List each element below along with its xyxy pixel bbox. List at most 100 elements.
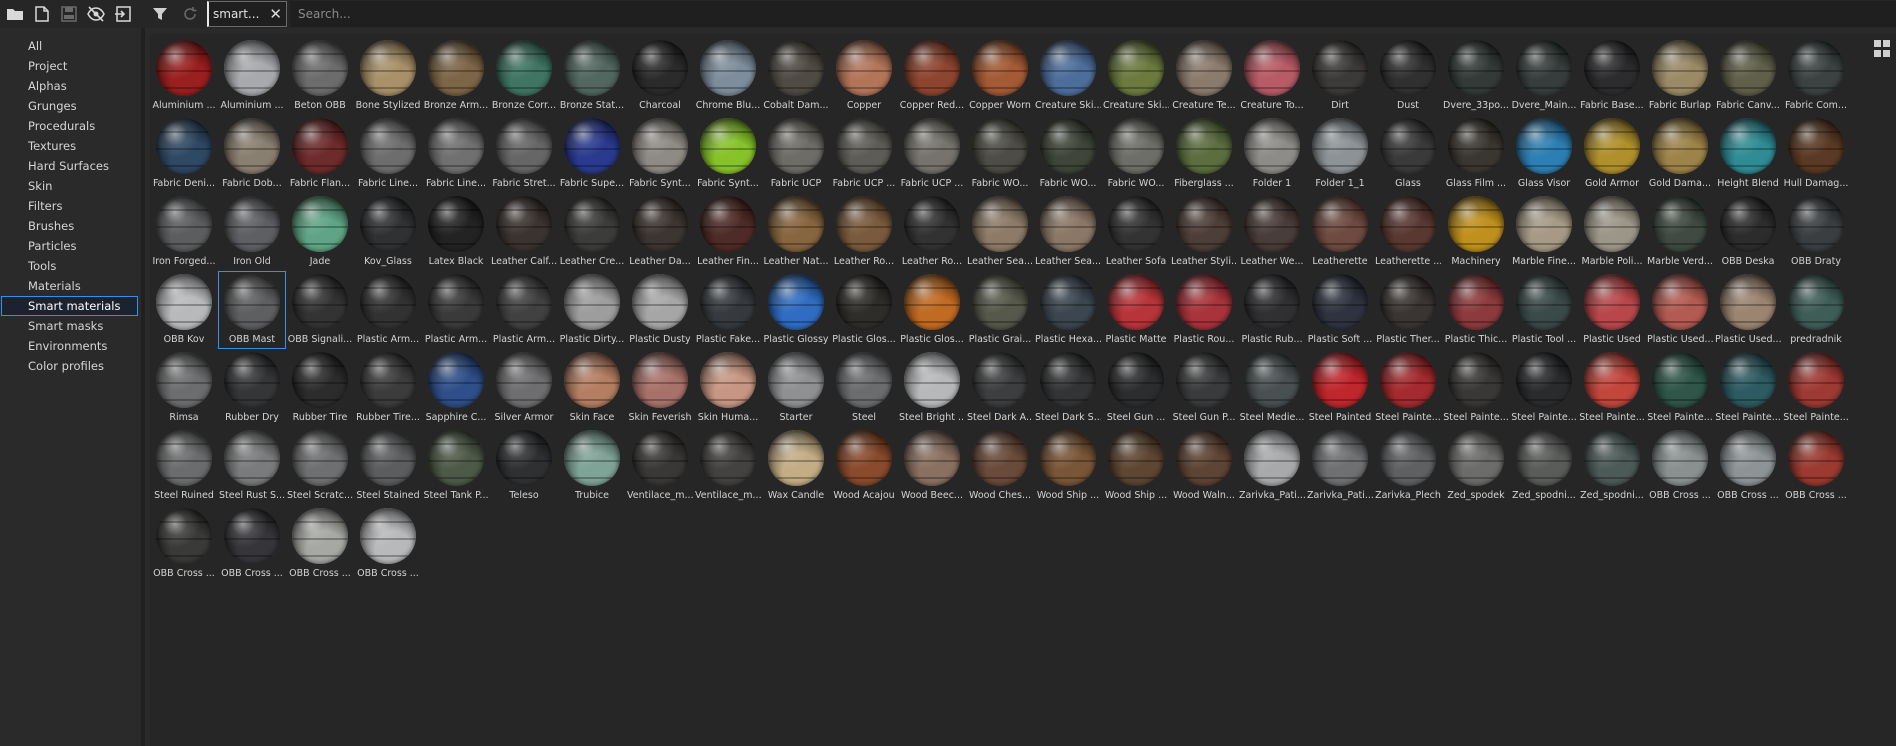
material-tile[interactable]: Iron Old	[218, 193, 286, 271]
save-icon[interactable]	[57, 2, 81, 26]
material-tile[interactable]: ÖBB Cross ...	[218, 505, 286, 583]
material-tile[interactable]: Bronze Corr...	[490, 37, 558, 115]
material-tile[interactable]: Rubber Dry	[218, 349, 286, 427]
material-tile[interactable]: ÖBB Cross ...	[150, 505, 218, 583]
material-tile[interactable]: Leather Ro...	[898, 193, 966, 271]
material-tile[interactable]: Steel Scratc...	[286, 427, 354, 505]
material-tile[interactable]: Fabric UCP ...	[830, 115, 898, 193]
grid-view-icon[interactable]	[1874, 40, 1892, 58]
material-tile[interactable]: Wax Candle	[762, 427, 830, 505]
material-tile[interactable]: Steel Painted	[1306, 349, 1374, 427]
material-tile[interactable]: Zarivka_Pati...	[1238, 427, 1306, 505]
material-tile[interactable]: Steel Gun P...	[1170, 349, 1238, 427]
material-tile[interactable]: Dvere_Main...	[1510, 37, 1578, 115]
material-tile[interactable]: Plastic Used...	[1714, 271, 1782, 349]
material-tile[interactable]: Fabric Synt...	[626, 115, 694, 193]
material-tile[interactable]: Steel Painte...	[1578, 349, 1646, 427]
material-tile[interactable]: Steel	[830, 349, 898, 427]
material-tile[interactable]: ÖBB Cross ...	[1714, 427, 1782, 505]
material-tile[interactable]: Steel Painte...	[1714, 349, 1782, 427]
sidebar-item-tools[interactable]: Tools	[1, 256, 138, 276]
sidebar-item-materials[interactable]: Materials	[1, 276, 138, 296]
material-tile[interactable]: Aluminium ...	[218, 37, 286, 115]
material-tile[interactable]: Dirt	[1306, 37, 1374, 115]
material-tile[interactable]: Fabric Stret...	[490, 115, 558, 193]
material-tile[interactable]: Zarivka_Pati...	[1306, 427, 1374, 505]
material-tile[interactable]: Steel Stained	[354, 427, 422, 505]
material-tile[interactable]: Wood Ship ...	[1102, 427, 1170, 505]
material-tile[interactable]: Creature Ski...	[1034, 37, 1102, 115]
search-input[interactable]	[297, 7, 1896, 21]
filter-icon[interactable]	[145, 0, 175, 28]
material-tile[interactable]: Plastic Hexa...	[1034, 271, 1102, 349]
material-tile[interactable]: Plastic Arm...	[490, 271, 558, 349]
material-tile[interactable]: Plastic Soft ...	[1306, 271, 1374, 349]
material-tile[interactable]: Leather Cre...	[558, 193, 626, 271]
material-tile[interactable]: Steel Painte...	[1510, 349, 1578, 427]
material-tile[interactable]: Fabric Line...	[354, 115, 422, 193]
material-tile[interactable]: Rubber Tire...	[354, 349, 422, 427]
material-tile[interactable]: Fabric WO...	[966, 115, 1034, 193]
material-tile[interactable]: Wood Ship ...	[1034, 427, 1102, 505]
material-tile[interactable]: Gold Dama...	[1646, 115, 1714, 193]
sidebar-item-grunges[interactable]: Grunges	[1, 96, 138, 116]
material-tile[interactable]: Wood Waln...	[1170, 427, 1238, 505]
sidebar-item-filters[interactable]: Filters	[1, 196, 138, 216]
folder-icon[interactable]	[3, 2, 27, 26]
sidebar-item-project[interactable]: Project	[1, 56, 138, 76]
sidebar-item-textures[interactable]: Textures	[1, 136, 138, 156]
material-tile[interactable]: Steel Rust S...	[218, 427, 286, 505]
sidebar-item-hard-surfaces[interactable]: Hard Surfaces	[1, 156, 138, 176]
material-tile[interactable]: Plastic Thic...	[1442, 271, 1510, 349]
material-tile[interactable]: Charcoal	[626, 37, 694, 115]
material-tile[interactable]: Zed_spodek	[1442, 427, 1510, 505]
material-tile[interactable]: predradnik	[1782, 271, 1850, 349]
material-tile[interactable]: Silver Armor	[490, 349, 558, 427]
material-tile[interactable]: Plastic Used	[1578, 271, 1646, 349]
material-tile[interactable]: Fabric Flan...	[286, 115, 354, 193]
sidebar-item-brushes[interactable]: Brushes	[1, 216, 138, 236]
material-tile[interactable]: Machinery	[1442, 193, 1510, 271]
material-tile[interactable]: Fabric Synt...	[694, 115, 762, 193]
material-tile[interactable]: Steel Painte...	[1782, 349, 1850, 427]
material-tile[interactable]: Dust	[1374, 37, 1442, 115]
material-tile[interactable]: Folder 1	[1238, 115, 1306, 193]
material-tile[interactable]: Fabric UCP ...	[898, 115, 966, 193]
material-tile[interactable]: Plastic Arm...	[354, 271, 422, 349]
material-tile[interactable]: Steel Painte...	[1646, 349, 1714, 427]
material-tile[interactable]: Leather Sea...	[1034, 193, 1102, 271]
material-tile[interactable]: Glass Film ...	[1442, 115, 1510, 193]
material-tile[interactable]: Leather We...	[1238, 193, 1306, 271]
material-tile[interactable]: Fabric Burlap	[1646, 37, 1714, 115]
material-tile[interactable]: OBB Kov	[150, 271, 218, 349]
material-tile[interactable]: Steel Ruined	[150, 427, 218, 505]
import-icon[interactable]	[111, 2, 135, 26]
sidebar-item-smart-masks[interactable]: Smart masks	[1, 316, 138, 336]
material-tile[interactable]: Sapphire C...	[422, 349, 490, 427]
material-tile[interactable]: Fabric Supe...	[558, 115, 626, 193]
material-tile[interactable]: Steel Bright ...	[898, 349, 966, 427]
material-tile[interactable]: Rimsa	[150, 349, 218, 427]
material-tile[interactable]: Starter	[762, 349, 830, 427]
material-tile[interactable]: Plastic Dirty...	[558, 271, 626, 349]
material-tile[interactable]: Zarivka_Plech	[1374, 427, 1442, 505]
material-tile[interactable]: Ventilace_m...	[626, 427, 694, 505]
material-tile[interactable]: Plastic Glossy	[762, 271, 830, 349]
close-icon[interactable]: ✕	[269, 6, 282, 22]
material-tile[interactable]: Rubber Tire	[286, 349, 354, 427]
material-tile[interactable]: Bronze Arm...	[422, 37, 490, 115]
hide-icon[interactable]	[84, 2, 108, 26]
material-tile[interactable]: Gold Armor	[1578, 115, 1646, 193]
material-tile[interactable]: Marble Fine...	[1510, 193, 1578, 271]
material-tile[interactable]: Steel Gun ...	[1102, 349, 1170, 427]
sidebar-item-particles[interactable]: Particles	[1, 236, 138, 256]
material-tile[interactable]: Creature Te...	[1170, 37, 1238, 115]
material-tile[interactable]: Leather Sofa	[1102, 193, 1170, 271]
material-tile[interactable]: Skin Feverish	[626, 349, 694, 427]
material-tile[interactable]: Steel Painte...	[1374, 349, 1442, 427]
material-tile[interactable]: Bronze Stat...	[558, 37, 626, 115]
material-tile[interactable]: Fabric Base...	[1578, 37, 1646, 115]
material-tile[interactable]: Fabric Deni...	[150, 115, 218, 193]
sidebar-item-skin[interactable]: Skin	[1, 176, 138, 196]
material-tile[interactable]: Jade	[286, 193, 354, 271]
